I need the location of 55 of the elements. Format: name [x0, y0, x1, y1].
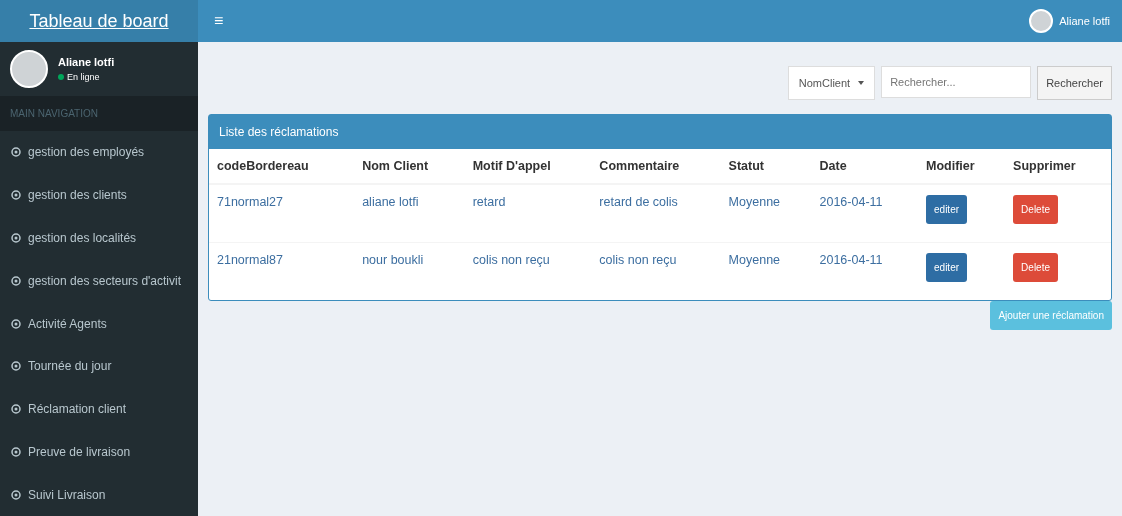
status-text: En ligne	[67, 72, 100, 82]
menu-button[interactable]: ≡	[208, 11, 230, 31]
sidebar-item[interactable]: gestion des localités	[0, 216, 198, 260]
column-header: Supprimer	[1005, 149, 1111, 184]
avatar-icon	[10, 50, 48, 88]
table-cell: Moyenne	[720, 184, 812, 243]
table-cell: 2016-04-11	[811, 184, 918, 243]
table-cell: Moyenne	[720, 242, 812, 300]
column-header: Date	[811, 149, 918, 184]
settings-icon	[10, 488, 22, 501]
settings-icon	[10, 445, 22, 458]
table-cell: 21normal87	[209, 242, 355, 300]
filter-select[interactable]: NomClient	[787, 66, 876, 100]
sidebar-item[interactable]: gestion des clients	[0, 173, 198, 217]
column-header: Motif D'appel	[464, 149, 592, 184]
edit-button[interactable]: editer	[926, 195, 968, 224]
sidebar-item[interactable]: gestion des employés	[0, 131, 198, 174]
edit-button[interactable]: editer	[926, 253, 968, 282]
table-cell: retard de colis	[591, 184, 721, 243]
column-header: codeBordereau	[209, 149, 355, 184]
search-button[interactable]: Rechercher	[1037, 66, 1112, 100]
sidebar-item[interactable]: Tournée du jour	[0, 344, 198, 388]
sidebar-item[interactable]: gestion des secteurs d'activit	[0, 259, 198, 303]
settings-icon	[10, 317, 22, 330]
table-cell: retard	[464, 184, 592, 243]
brand-link[interactable]: Tableau de board	[0, 0, 198, 42]
table-cell: nour boukli	[354, 242, 465, 300]
settings-icon	[10, 189, 22, 202]
caret-icon	[858, 81, 865, 85]
settings-icon	[10, 360, 22, 373]
table-cell: 71normal27	[209, 184, 355, 243]
table-cell: colis non reçu	[464, 242, 592, 300]
column-header: Nom Client	[354, 149, 465, 184]
delete-button[interactable]: Delete	[1013, 195, 1058, 224]
user-name: Aliane lotfi	[58, 56, 115, 68]
sidebar-item[interactable]: Activité Agents	[0, 302, 198, 345]
table-cell: aliane lotfi	[354, 184, 465, 243]
column-header: Modifier	[918, 149, 1006, 184]
table-cell: 2016-04-11	[811, 242, 918, 300]
sidebar-item[interactable]: Suivi Livraison	[0, 473, 198, 516]
settings-icon	[10, 231, 22, 244]
panel-title: Liste des réclamations	[209, 115, 1111, 149]
avatar-icon	[1029, 9, 1054, 33]
column-header: Commentaire	[591, 149, 721, 184]
user-name[interactable]: Aliane lotfi	[1059, 15, 1110, 27]
settings-icon	[10, 146, 22, 159]
column-header: Statut	[720, 149, 812, 184]
settings-icon	[10, 403, 22, 416]
search-field[interactable]: Rechercher...	[881, 66, 1032, 98]
sidebar-item[interactable]: Preuve de livraison	[0, 430, 198, 474]
nav-header: MAIN NAVIGATION	[0, 96, 198, 131]
delete-button[interactable]: Delete	[1013, 253, 1058, 282]
settings-icon	[10, 274, 22, 287]
table-cell: colis non reçu	[591, 242, 721, 300]
sidebar-item[interactable]: Réclamation client	[0, 387, 198, 431]
